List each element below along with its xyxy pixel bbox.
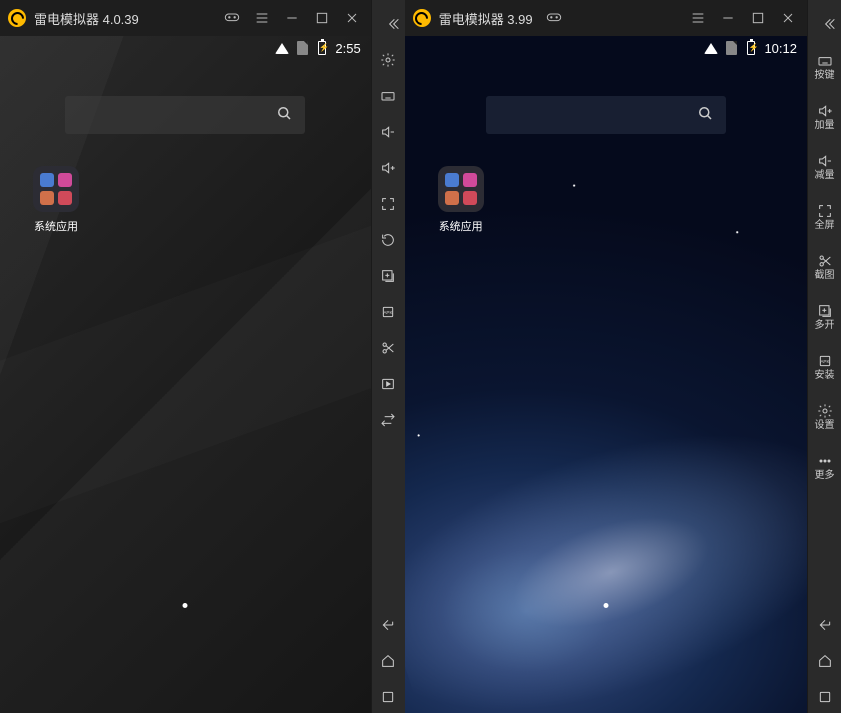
emulator-window-right: 雷电模拟器 3.99 10:12 系统应用 bbox=[405, 0, 807, 713]
menu-button[interactable] bbox=[247, 0, 277, 36]
folder-icon bbox=[438, 166, 484, 212]
rotate-button[interactable] bbox=[373, 224, 403, 256]
maximize-button[interactable] bbox=[307, 0, 337, 36]
settings-button[interactable] bbox=[373, 44, 403, 76]
app-logo-icon bbox=[8, 9, 26, 27]
button-label: 按键 bbox=[815, 71, 835, 81]
button-label: 更多 bbox=[815, 471, 835, 481]
status-time: 10:12 bbox=[764, 41, 797, 56]
gamepad-button[interactable] bbox=[539, 0, 569, 36]
window-title: 雷电模拟器 3.99 bbox=[439, 9, 533, 28]
app-icon-system-apps[interactable]: 系统应用 bbox=[28, 166, 84, 234]
apk-button[interactable]: 安装 bbox=[810, 344, 840, 390]
menu-button[interactable] bbox=[683, 0, 713, 36]
gamepad-button[interactable] bbox=[217, 0, 247, 36]
app-label: 系统应用 bbox=[433, 218, 489, 234]
search-bar[interactable] bbox=[65, 96, 305, 134]
wifi-icon bbox=[275, 41, 289, 55]
settings-button[interactable]: 设置 bbox=[810, 394, 840, 440]
page-indicator bbox=[183, 603, 188, 608]
phone-screen[interactable]: 10:12 系统应用 bbox=[405, 36, 807, 713]
sim-icon bbox=[724, 41, 738, 55]
titlebar: 雷电模拟器 3.99 bbox=[405, 0, 807, 36]
button-label: 减量 bbox=[815, 171, 835, 181]
maximize-button[interactable] bbox=[743, 0, 773, 36]
status-bar: 10:12 bbox=[405, 36, 807, 60]
collapse-button[interactable] bbox=[378, 8, 408, 40]
recent-button[interactable] bbox=[810, 681, 840, 713]
toolbar-right: 按键加量减量全屏截图多开安装设置更多 bbox=[807, 0, 841, 713]
vol-down-button[interactable] bbox=[373, 116, 403, 148]
recent-button[interactable] bbox=[373, 681, 403, 713]
battery-icon bbox=[315, 41, 329, 55]
sim-icon bbox=[295, 41, 309, 55]
back-button[interactable] bbox=[373, 609, 403, 641]
folder-icon bbox=[33, 166, 79, 212]
button-label: 多开 bbox=[815, 321, 835, 331]
status-bar: 2:55 bbox=[0, 36, 371, 60]
button-label: 全屏 bbox=[815, 221, 835, 231]
home-button[interactable] bbox=[810, 645, 840, 677]
button-label: 设置 bbox=[815, 421, 835, 431]
minimize-button[interactable] bbox=[713, 0, 743, 36]
keyboard-button[interactable] bbox=[373, 80, 403, 112]
swap-button[interactable] bbox=[373, 404, 403, 436]
add-window-button[interactable] bbox=[373, 260, 403, 292]
vol-up-button[interactable] bbox=[373, 152, 403, 184]
collapse-button[interactable] bbox=[814, 8, 841, 40]
page-indicator bbox=[603, 603, 608, 608]
vol-up-button[interactable]: 加量 bbox=[810, 94, 840, 140]
button-label: 截图 bbox=[815, 271, 835, 281]
close-button[interactable] bbox=[337, 0, 367, 36]
close-button[interactable] bbox=[773, 0, 803, 36]
add-window-button[interactable]: 多开 bbox=[810, 294, 840, 340]
window-title: 雷电模拟器 4.0.39 bbox=[34, 9, 139, 28]
battery-icon bbox=[744, 41, 758, 55]
scissors-button[interactable] bbox=[373, 332, 403, 364]
search-icon bbox=[696, 104, 714, 127]
button-label: 加量 bbox=[815, 121, 835, 131]
titlebar: 雷电模拟器 4.0.39 bbox=[0, 0, 371, 36]
back-button[interactable] bbox=[810, 609, 840, 641]
search-bar[interactable] bbox=[486, 96, 726, 134]
emulator-window-left: 雷电模拟器 4.0.39 2:55 系统应用 bbox=[0, 0, 371, 713]
fullscreen-button[interactable]: 全屏 bbox=[810, 194, 840, 240]
vol-down-button[interactable]: 减量 bbox=[810, 144, 840, 190]
button-label: 安装 bbox=[815, 371, 835, 381]
app-icon-system-apps[interactable]: 系统应用 bbox=[433, 166, 489, 234]
search-icon bbox=[275, 104, 293, 127]
scissors-button[interactable]: 截图 bbox=[810, 244, 840, 290]
wifi-icon bbox=[704, 41, 718, 55]
home-button[interactable] bbox=[373, 645, 403, 677]
minimize-button[interactable] bbox=[277, 0, 307, 36]
fullscreen-button[interactable] bbox=[373, 188, 403, 220]
play-button[interactable] bbox=[373, 368, 403, 400]
phone-screen[interactable]: 2:55 系统应用 bbox=[0, 36, 371, 713]
app-label: 系统应用 bbox=[28, 218, 84, 234]
keyboard-button[interactable]: 按键 bbox=[810, 44, 840, 90]
toolbar-left bbox=[371, 0, 405, 713]
status-time: 2:55 bbox=[335, 41, 360, 56]
apk-button[interactable] bbox=[373, 296, 403, 328]
app-logo-icon bbox=[413, 9, 431, 27]
more-button[interactable]: 更多 bbox=[810, 444, 840, 490]
